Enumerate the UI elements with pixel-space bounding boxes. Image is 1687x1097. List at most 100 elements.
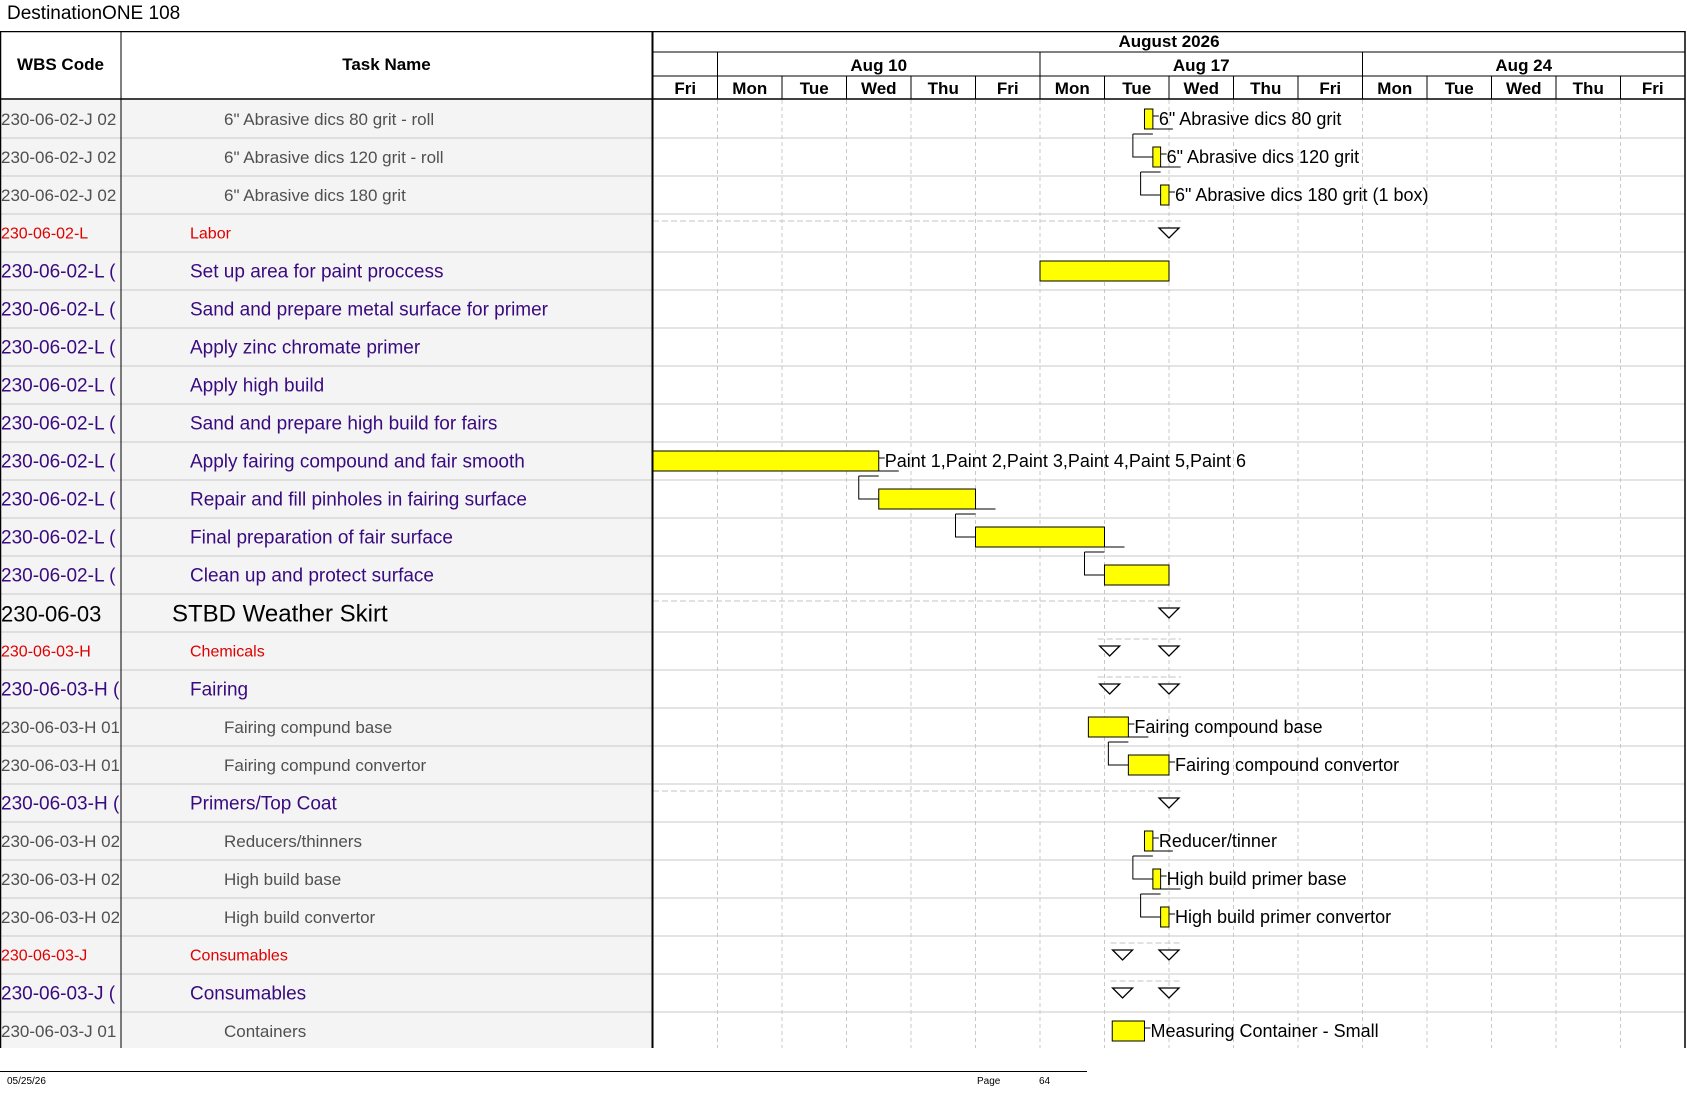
task-name-cell: Containers: [224, 1022, 306, 1041]
task-name-cell: Fairing compund convertor: [224, 756, 427, 775]
task-bar[interactable]: [1160, 906, 1170, 928]
task-name-cell: Labor: [190, 226, 232, 243]
wbs-code-cell: 230-06-03-J: [1, 948, 87, 965]
summary-marker: [1110, 949, 1135, 961]
day-label: Fri: [997, 79, 1019, 98]
dependency-link: [1132, 134, 1153, 158]
wbs-code-cell: 230-06-02-J 02: [1, 148, 116, 167]
task-name-cell: Fairing: [190, 680, 248, 701]
day-label: Thu: [1573, 79, 1604, 98]
task-name-cell: Apply high build: [190, 376, 324, 397]
bar-label: 6" Abrasive dics 80 grit: [1159, 109, 1341, 129]
task-name-cell: Set up area for paint proccess: [190, 262, 443, 283]
summary-marker: [1157, 645, 1181, 657]
day-label: Wed: [1506, 79, 1542, 98]
day-label: Fri: [674, 79, 696, 98]
day-label: Mon: [1055, 79, 1090, 98]
wbs-code-cell: 230-06-02-L (: [1, 452, 116, 473]
bar-label: Reducer/tinner: [1159, 831, 1277, 851]
bar-label: Paint 1,Paint 2,Paint 3,Paint 4,Paint 5,…: [885, 451, 1246, 471]
task-name-cell: High build convertor: [224, 908, 376, 927]
task-bar[interactable]: [1160, 184, 1170, 206]
day-label: Tue: [1445, 79, 1474, 98]
wbs-code-cell: 230-06-02-L (: [1, 300, 116, 321]
wbs-code-cell: 230-06-02-L (: [1, 376, 116, 397]
bar-label: Fairing compound convertor: [1175, 755, 1399, 775]
task-name-cell: High build base: [224, 870, 341, 889]
task-bar[interactable]: [1039, 260, 1170, 282]
wbs-code-cell: 230-06-03-H (: [1, 794, 120, 815]
task-bar[interactable]: [1152, 868, 1162, 890]
dependency-link: [1140, 172, 1161, 196]
task-bar[interactable]: [1143, 108, 1154, 130]
wbs-code-cell: 230-06-03-H 02: [1, 870, 120, 889]
task-name-cell: STBD Weather Skirt: [172, 600, 388, 627]
day-label: Thu: [928, 79, 959, 98]
wbs-code-cell: 230-06-03-H 02: [1, 908, 120, 927]
wbs-code-cell: 230-06-02-L (: [1, 414, 116, 435]
wbs-code-cell: 230-06-03-H 01: [1, 756, 120, 775]
bar-label: Fairing compound base: [1134, 717, 1322, 737]
week-label: Aug 24: [1495, 56, 1552, 75]
summary-marker: [1098, 683, 1122, 695]
summary-marker: [1157, 949, 1181, 961]
wbs-code-cell: 230-06-02-J 02: [1, 110, 116, 129]
dependency-link: [955, 514, 976, 538]
day-label: Tue: [1122, 79, 1151, 98]
footer-page-label: Page: [977, 1076, 1001, 1087]
week-label: Aug 17: [1173, 56, 1230, 75]
task-name-cell: Sand and prepare high build for fairs: [190, 414, 497, 435]
document-title: DestinationONE 108: [7, 3, 181, 24]
footer-page-number: 64: [1039, 1076, 1051, 1087]
day-label: Tue: [800, 79, 829, 98]
task-name-header: Task Name: [342, 55, 431, 74]
wbs-code-cell: 230-06-02-L (: [1, 262, 116, 283]
bar-label: Measuring Container - Small: [1150, 1021, 1378, 1041]
wbs-code-cell: 230-06-03-H: [1, 644, 91, 661]
task-name-cell: Sand and prepare metal surface for prime…: [190, 300, 549, 321]
task-name-cell: Primers/Top Coat: [190, 794, 337, 815]
day-label: Wed: [1183, 79, 1219, 98]
wbs-code-cell: 230-06-03-J (: [1, 984, 116, 1005]
dependency-link: [1107, 742, 1129, 766]
task-bar[interactable]: [1111, 1020, 1145, 1042]
task-name-cell: Apply zinc chromate primer: [190, 338, 421, 359]
task-name-cell: Consumables: [190, 948, 288, 965]
summary-marker: [1157, 797, 1181, 809]
task-bar[interactable]: [1152, 146, 1162, 168]
wbs-code-cell: 230-06-02-L (: [1, 528, 116, 549]
dependency-link: [858, 476, 879, 500]
task-name-cell: 6" Abrasive dics 180 grit: [224, 186, 406, 205]
month-header: August 2026: [1118, 32, 1219, 51]
summary-marker: [1157, 607, 1181, 619]
summary-marker: [1110, 987, 1135, 999]
week-label: Aug 10: [850, 56, 907, 75]
task-name-cell: Repair and fill pinholes in fairing surf…: [190, 490, 527, 511]
day-label: Wed: [861, 79, 897, 98]
wbs-code-cell: 230-06-02-J 02: [1, 186, 116, 205]
day-label: Mon: [1377, 79, 1412, 98]
summary-marker: [1157, 987, 1181, 999]
day-label: Mon: [732, 79, 767, 98]
task-bar[interactable]: [975, 526, 1105, 548]
bar-label: 6" Abrasive dics 180 grit (1 box): [1175, 185, 1429, 205]
task-bar[interactable]: [1127, 754, 1170, 776]
task-name-cell: 6" Abrasive dics 80 grit - roll: [224, 110, 434, 129]
task-name-cell: Apply fairing compound and fair smooth: [190, 452, 525, 473]
gantt-chart: WBS Code Task Name August 2026 Aug 10 Aug 17…: [0, 30, 1686, 1051]
task-bar[interactable]: [652, 450, 880, 472]
task-bar[interactable]: [1087, 716, 1129, 738]
day-label: Thu: [1250, 79, 1281, 98]
summary-marker: [1157, 227, 1181, 239]
task-bar[interactable]: [1104, 564, 1170, 586]
task-name-cell: Fairing compund base: [224, 718, 392, 737]
wbs-code-cell: 230-06-02-L (: [1, 338, 116, 359]
wbs-code-cell: 230-06-02-L (: [1, 490, 116, 511]
task-name-cell: Consumables: [190, 984, 306, 1005]
task-bar[interactable]: [1143, 830, 1154, 852]
task-bar[interactable]: [878, 488, 976, 510]
task-name-cell: Chemicals: [190, 644, 265, 661]
wbs-code-cell: 230-06-02-L: [1, 226, 88, 243]
dependency-link: [1132, 856, 1153, 880]
wbs-code-cell: 230-06-02-L (: [1, 566, 116, 587]
